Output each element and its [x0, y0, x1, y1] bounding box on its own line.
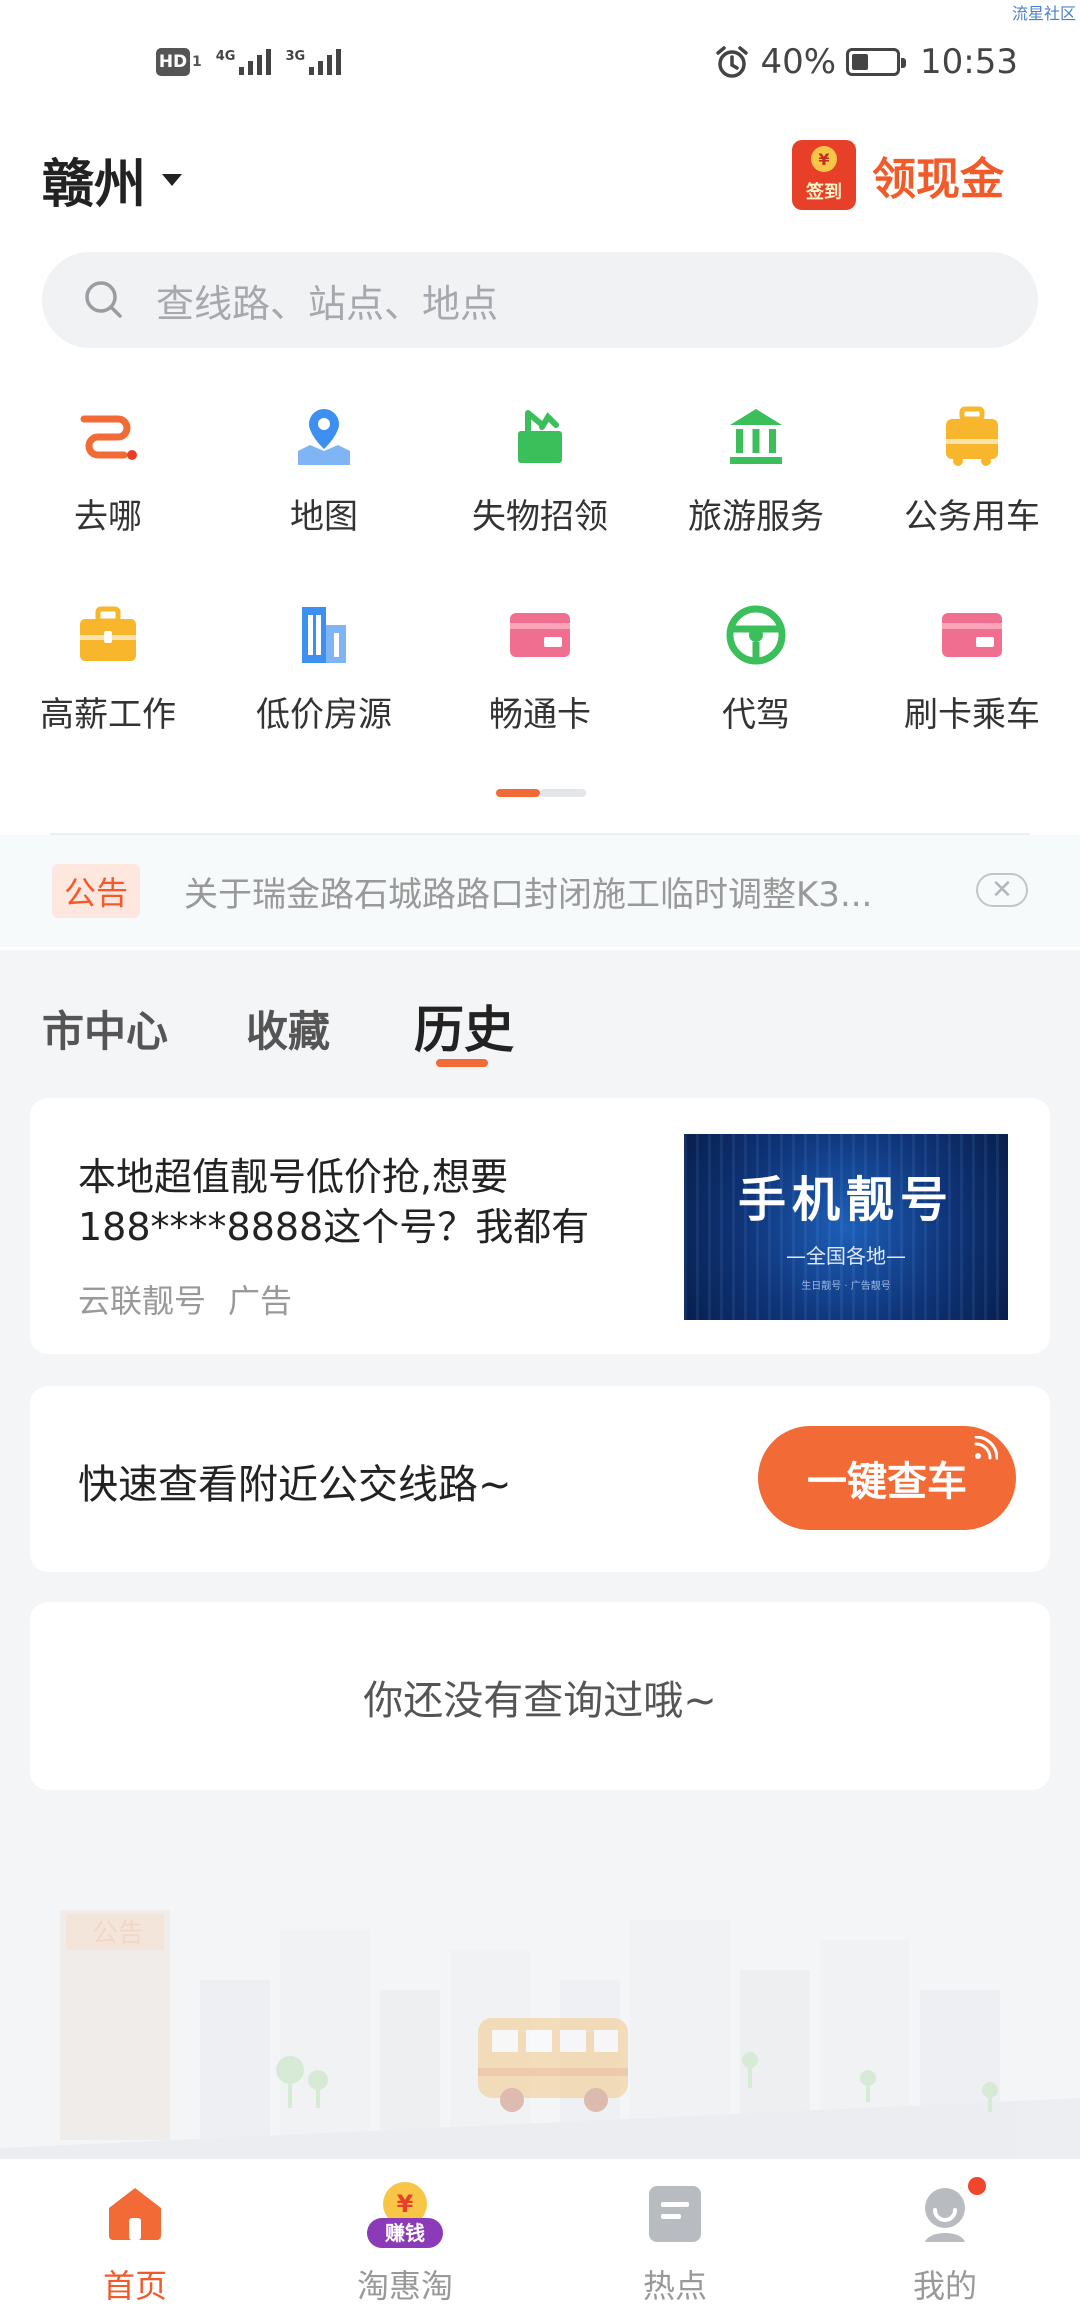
steering-wheel-icon [724, 603, 788, 667]
cash-label: 领现金 [872, 154, 1004, 205]
car-icon [940, 405, 1004, 469]
signal-4g-icon: 4G [216, 49, 272, 75]
search-input[interactable]: 查线路、站点、地点 [42, 252, 1038, 348]
home-icon [102, 2181, 168, 2247]
alarm-icon [716, 46, 749, 78]
tab-history[interactable]: 历史 [414, 990, 514, 1062]
earn-money-icon: ¥ 赚钱 [363, 2181, 447, 2248]
quick-check-button[interactable]: 一键查车 [758, 1426, 1016, 1530]
clock: 10:53 [920, 42, 1018, 82]
nav-hot[interactable]: 热点 [540, 2159, 810, 2310]
page-dot [540, 789, 586, 797]
ad-meta: 云联靓号 广告 [78, 1276, 292, 1322]
building-icon [292, 603, 356, 667]
red-envelope-icon: ¥ 签到 [792, 140, 856, 210]
watermark: 流星社区 [1011, 4, 1076, 23]
lost-found-icon [508, 405, 572, 469]
ad-image-tiny: 生日靓号 · 广告靓号 [801, 1281, 891, 1292]
battery-icon [846, 48, 907, 76]
page-dot-active [496, 789, 540, 797]
close-icon[interactable]: ✕ [976, 873, 1028, 907]
notice-tag: 公告 [52, 864, 141, 918]
tab-active-indicator [436, 1059, 488, 1067]
nav-deals[interactable]: ¥ 赚钱 淘惠淘 [270, 2159, 540, 2310]
svg-text:¥: ¥ [397, 2190, 414, 2218]
bottom-nav: 首页 ¥ 赚钱 淘惠淘 热点 我的 [0, 2158, 1080, 2310]
city-selector[interactable]: 赣州 [42, 142, 183, 217]
tab-favorites[interactable]: 收藏 [246, 998, 330, 1059]
svg-text:赚钱: 赚钱 [384, 2221, 425, 2245]
feature-grid: 去哪 地图 失物招领 旅游服务 公务用车 高薪工作 低价房源 畅通卡 代驾 刷卡… [0, 405, 1080, 801]
grid-item-housing[interactable]: 低价房源 [216, 603, 432, 801]
battery-percent: 40% [760, 42, 837, 82]
notice-text: 关于瑞金路石城路路口封闭施工临时调整K3... [184, 874, 873, 915]
grid-item-go[interactable]: 去哪 [0, 405, 216, 603]
search-placeholder: 查线路、站点、地点 [156, 281, 499, 326]
caret-down-icon [162, 173, 183, 186]
signal-wave-icon [974, 1436, 998, 1460]
notification-dot [968, 2177, 986, 2195]
grid-item-jobs[interactable]: 高薪工作 [0, 603, 216, 801]
notice-bar[interactable]: 公告 关于瑞金路石城路路口封闭施工临时调整K3... ✕ [0, 835, 1080, 947]
signal-3g-icon: 3G [285, 49, 342, 75]
ad-image-title: 手机靓号 [737, 1172, 954, 1228]
empty-history-card: 你还没有查询过哦~ [30, 1602, 1050, 1790]
tab-city-center[interactable]: 市中心 [42, 998, 168, 1059]
grid-item-lost-found[interactable]: 失物招领 [432, 405, 648, 603]
page-indicator [496, 789, 586, 797]
news-icon [642, 2181, 708, 2247]
grid-item-travel[interactable]: 旅游服务 [648, 405, 864, 603]
status-left: HD 1 4G 3G [156, 40, 342, 84]
ad-source: 云联靓号 [78, 1282, 207, 1320]
bank-icon [724, 405, 788, 469]
hd-sub: 1 [192, 54, 202, 70]
nav-home[interactable]: 首页 [0, 2159, 270, 2310]
card-icon [940, 603, 1004, 667]
hd-icon: HD [156, 48, 190, 76]
grid-item-card-ride[interactable]: 刷卡乘车 [864, 603, 1080, 801]
svg-text:公告: 公告 [92, 1919, 144, 1949]
grid-item-pass-card[interactable]: 畅通卡 [432, 603, 648, 801]
status-right: 40% 10:53 [714, 38, 1018, 86]
cash-reward-button[interactable]: ¥ 签到 领现金 [792, 140, 1004, 210]
ad-title: 本地超值靓号低价抢,想要188****8888这个号？我都有 [78, 1155, 590, 1249]
city-name: 赣州 [42, 155, 147, 215]
quick-check-text: 快速查看附近公交线路~ [78, 1462, 512, 1508]
card-icon [508, 603, 572, 667]
briefcase-icon [76, 603, 140, 667]
profile-icon [912, 2181, 978, 2247]
city-illustration: 公告 [0, 1910, 1080, 2158]
quick-check-card: 快速查看附近公交线路~ 一键查车 [30, 1386, 1050, 1572]
grid-item-designated-driver[interactable]: 代驾 [648, 603, 864, 801]
ad-badge: 广告 [228, 1282, 293, 1320]
ad-card[interactable]: 本地超值靓号低价抢,想要188****8888这个号？我都有 云联靓号 广告 手… [30, 1098, 1050, 1354]
nav-mine[interactable]: 我的 [810, 2159, 1080, 2310]
ad-image: 手机靓号 —全国各地— 生日靓号 · 广告靓号 [684, 1134, 1008, 1320]
empty-history-text: 你还没有查询过哦~ [363, 1678, 717, 1724]
grid-item-official-car[interactable]: 公务用车 [864, 405, 1080, 603]
map-pin-icon [292, 405, 356, 469]
ad-image-subtitle: —全国各地— [786, 1244, 906, 1268]
grid-item-map[interactable]: 地图 [216, 405, 432, 603]
route-icon [76, 405, 140, 469]
search-icon [85, 281, 122, 318]
